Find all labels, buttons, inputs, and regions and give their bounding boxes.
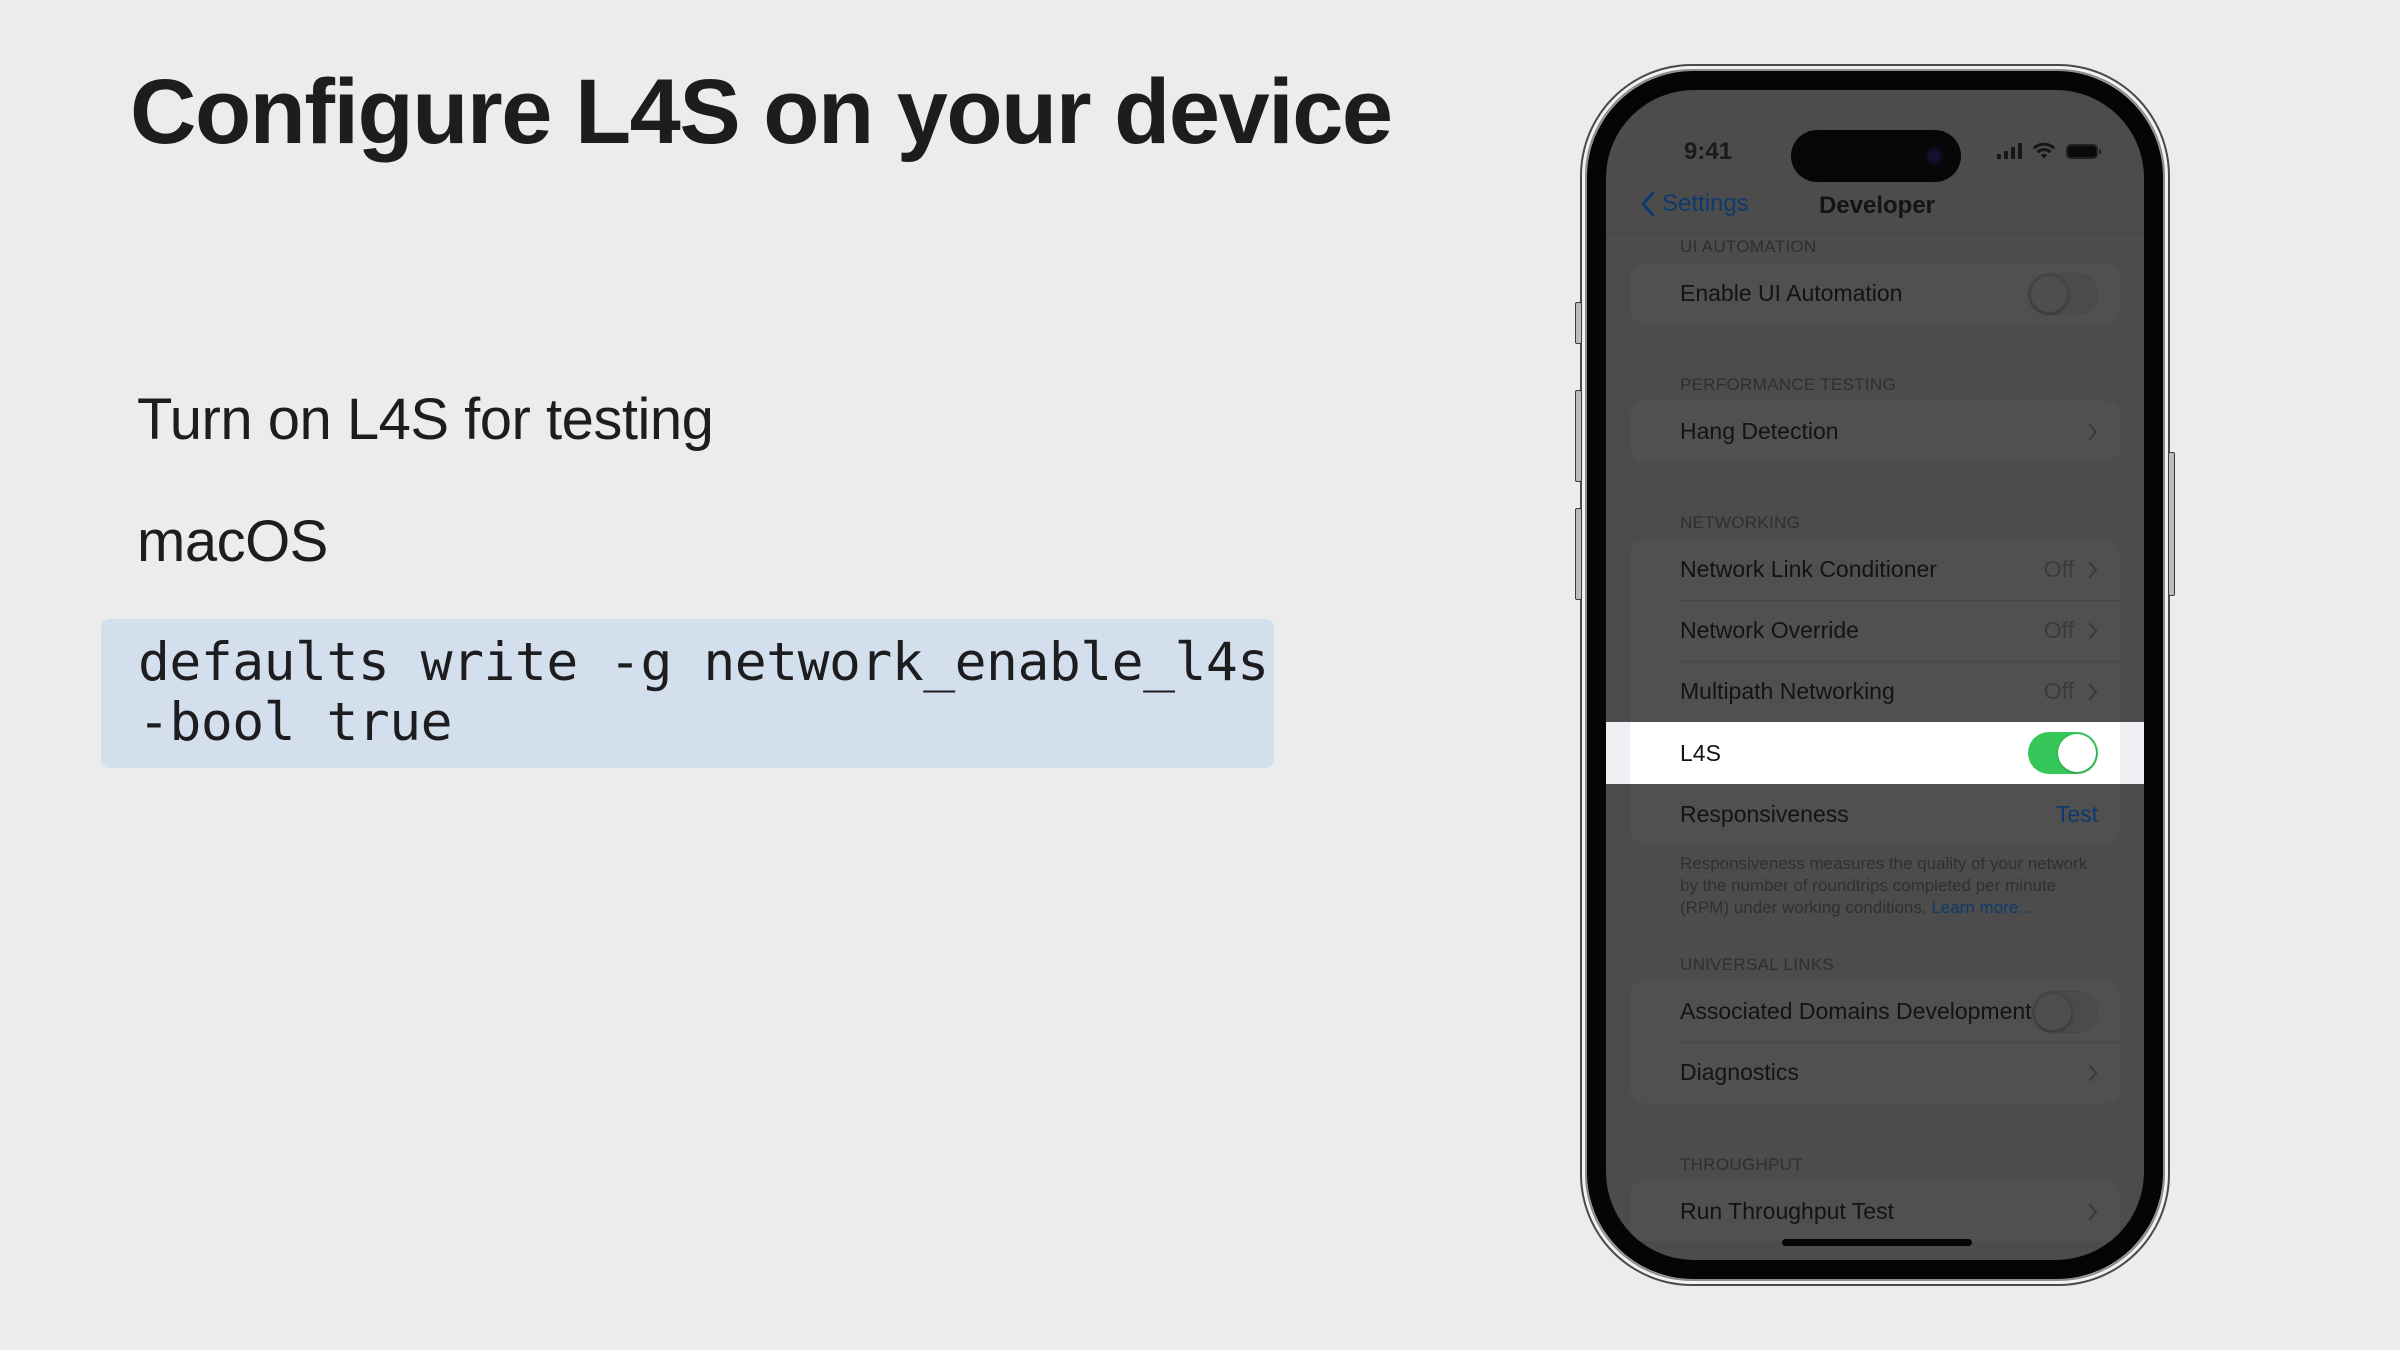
chevron-right-icon: [2088, 622, 2098, 639]
learn-more-link[interactable]: Learn more...: [1931, 898, 2032, 917]
chevron-right-icon: [2088, 423, 2098, 440]
bullet-macos: macOS: [137, 509, 328, 574]
chevron-right-icon: [2088, 1203, 2098, 1220]
row-enable-ui-automation[interactable]: Enable UI Automation: [1630, 263, 2120, 324]
slide-title: Configure L4S on your device: [130, 61, 1393, 163]
phone-screen: 9:41 Settings Developer UI AUTOMATION En…: [1606, 90, 2144, 1260]
cellular-signal-icon: [1997, 143, 2022, 159]
nav-title: Developer: [1818, 192, 1936, 219]
home-indicator[interactable]: [1782, 1239, 1972, 1246]
responsiveness-footer: Responsiveness measures the quality of y…: [1680, 853, 2104, 919]
row-network-link-conditioner[interactable]: Network Link Conditioner Off: [1630, 539, 2120, 600]
settings-list: UI Automation Enable UI Automation Perfo…: [1606, 235, 2144, 1260]
row-label: Multipath Networking: [1680, 678, 1895, 704]
row-label: Enable UI Automation: [1680, 280, 1903, 306]
group-ui-automation: Enable UI Automation: [1630, 263, 2120, 324]
row-hang-detection[interactable]: Hang Detection: [1630, 401, 2120, 462]
group-throughput: Run Throughput Test: [1630, 1181, 2120, 1242]
enable-ui-automation-toggle[interactable]: [2028, 272, 2098, 315]
section-header-universal-links: Universal Links: [1680, 955, 1835, 974]
battery-icon: [2066, 144, 2101, 159]
wifi-icon: [2032, 142, 2056, 159]
section-header-networking: Networking: [1680, 513, 1801, 532]
row-multipath-networking[interactable]: Multipath Networking Off: [1630, 661, 2120, 722]
code-line: defaults write -g network_enable_l4s: [138, 632, 1269, 693]
action-button: [1575, 302, 1582, 344]
chevron-right-icon: [2088, 561, 2098, 578]
volume-up-button: [1575, 390, 1582, 482]
camera-icon: [1925, 147, 1943, 165]
group-networking: Network Link Conditioner Off Network Ove…: [1606, 539, 2144, 845]
iphone-mockup: 9:41 Settings Developer UI AUTOMATION En…: [1575, 64, 2175, 1286]
row-value: Off: [2043, 678, 2074, 704]
row-label: Network Link Conditioner: [1680, 556, 1937, 582]
bullet-turn-on-l4s: Turn on L4S for testing: [137, 387, 714, 452]
group-universal-links: Associated Domains Development Diagnosti…: [1630, 981, 2120, 1103]
row-value: Off: [2043, 617, 2074, 643]
status-icons: [1997, 142, 2101, 159]
row-label: Diagnostics: [1680, 1059, 1799, 1085]
responsiveness-test-button[interactable]: Test: [2056, 801, 2098, 828]
row-value: Off: [2043, 556, 2074, 582]
row-diagnostics[interactable]: Diagnostics: [1630, 1042, 2120, 1103]
row-l4s[interactable]: L4S: [1606, 722, 2144, 784]
section-header-ui-automation: UI Automation: [1680, 237, 1817, 256]
chevron-right-icon: [2088, 1064, 2098, 1081]
section-header-performance-testing: Performance Testing: [1680, 375, 1897, 394]
dynamic-island: [1791, 130, 1961, 182]
volume-down-button: [1575, 508, 1582, 600]
group-performance-testing: Hang Detection: [1630, 401, 2120, 462]
associated-domains-toggle[interactable]: [2031, 990, 2098, 1033]
l4s-toggle[interactable]: [2028, 732, 2098, 774]
chevron-right-icon: [2088, 683, 2098, 700]
status-bar: 9:41: [1606, 90, 2144, 182]
row-label: L4S: [1680, 739, 1721, 766]
section-header-throughput: Throughput: [1680, 1155, 1803, 1174]
power-button: [2168, 452, 2175, 596]
row-label: Run Throughput Test: [1680, 1198, 1894, 1224]
navigation-bar: Settings Developer: [1606, 180, 2144, 234]
row-label: Responsiveness: [1680, 801, 1849, 827]
code-block: defaults write -g network_enable_l4s -bo…: [101, 619, 1274, 768]
row-responsiveness[interactable]: Responsiveness Test: [1630, 784, 2120, 845]
row-network-override[interactable]: Network Override Off: [1630, 600, 2120, 661]
row-label: Hang Detection: [1680, 418, 1839, 444]
row-run-throughput-test[interactable]: Run Throughput Test: [1630, 1181, 2120, 1242]
row-associated-domains-development[interactable]: Associated Domains Development: [1630, 981, 2120, 1042]
status-time: 9:41: [1684, 138, 1733, 165]
row-label: Network Override: [1680, 617, 1859, 643]
row-label: Associated Domains Development: [1680, 998, 2032, 1024]
code-line: -bool true: [138, 692, 453, 753]
